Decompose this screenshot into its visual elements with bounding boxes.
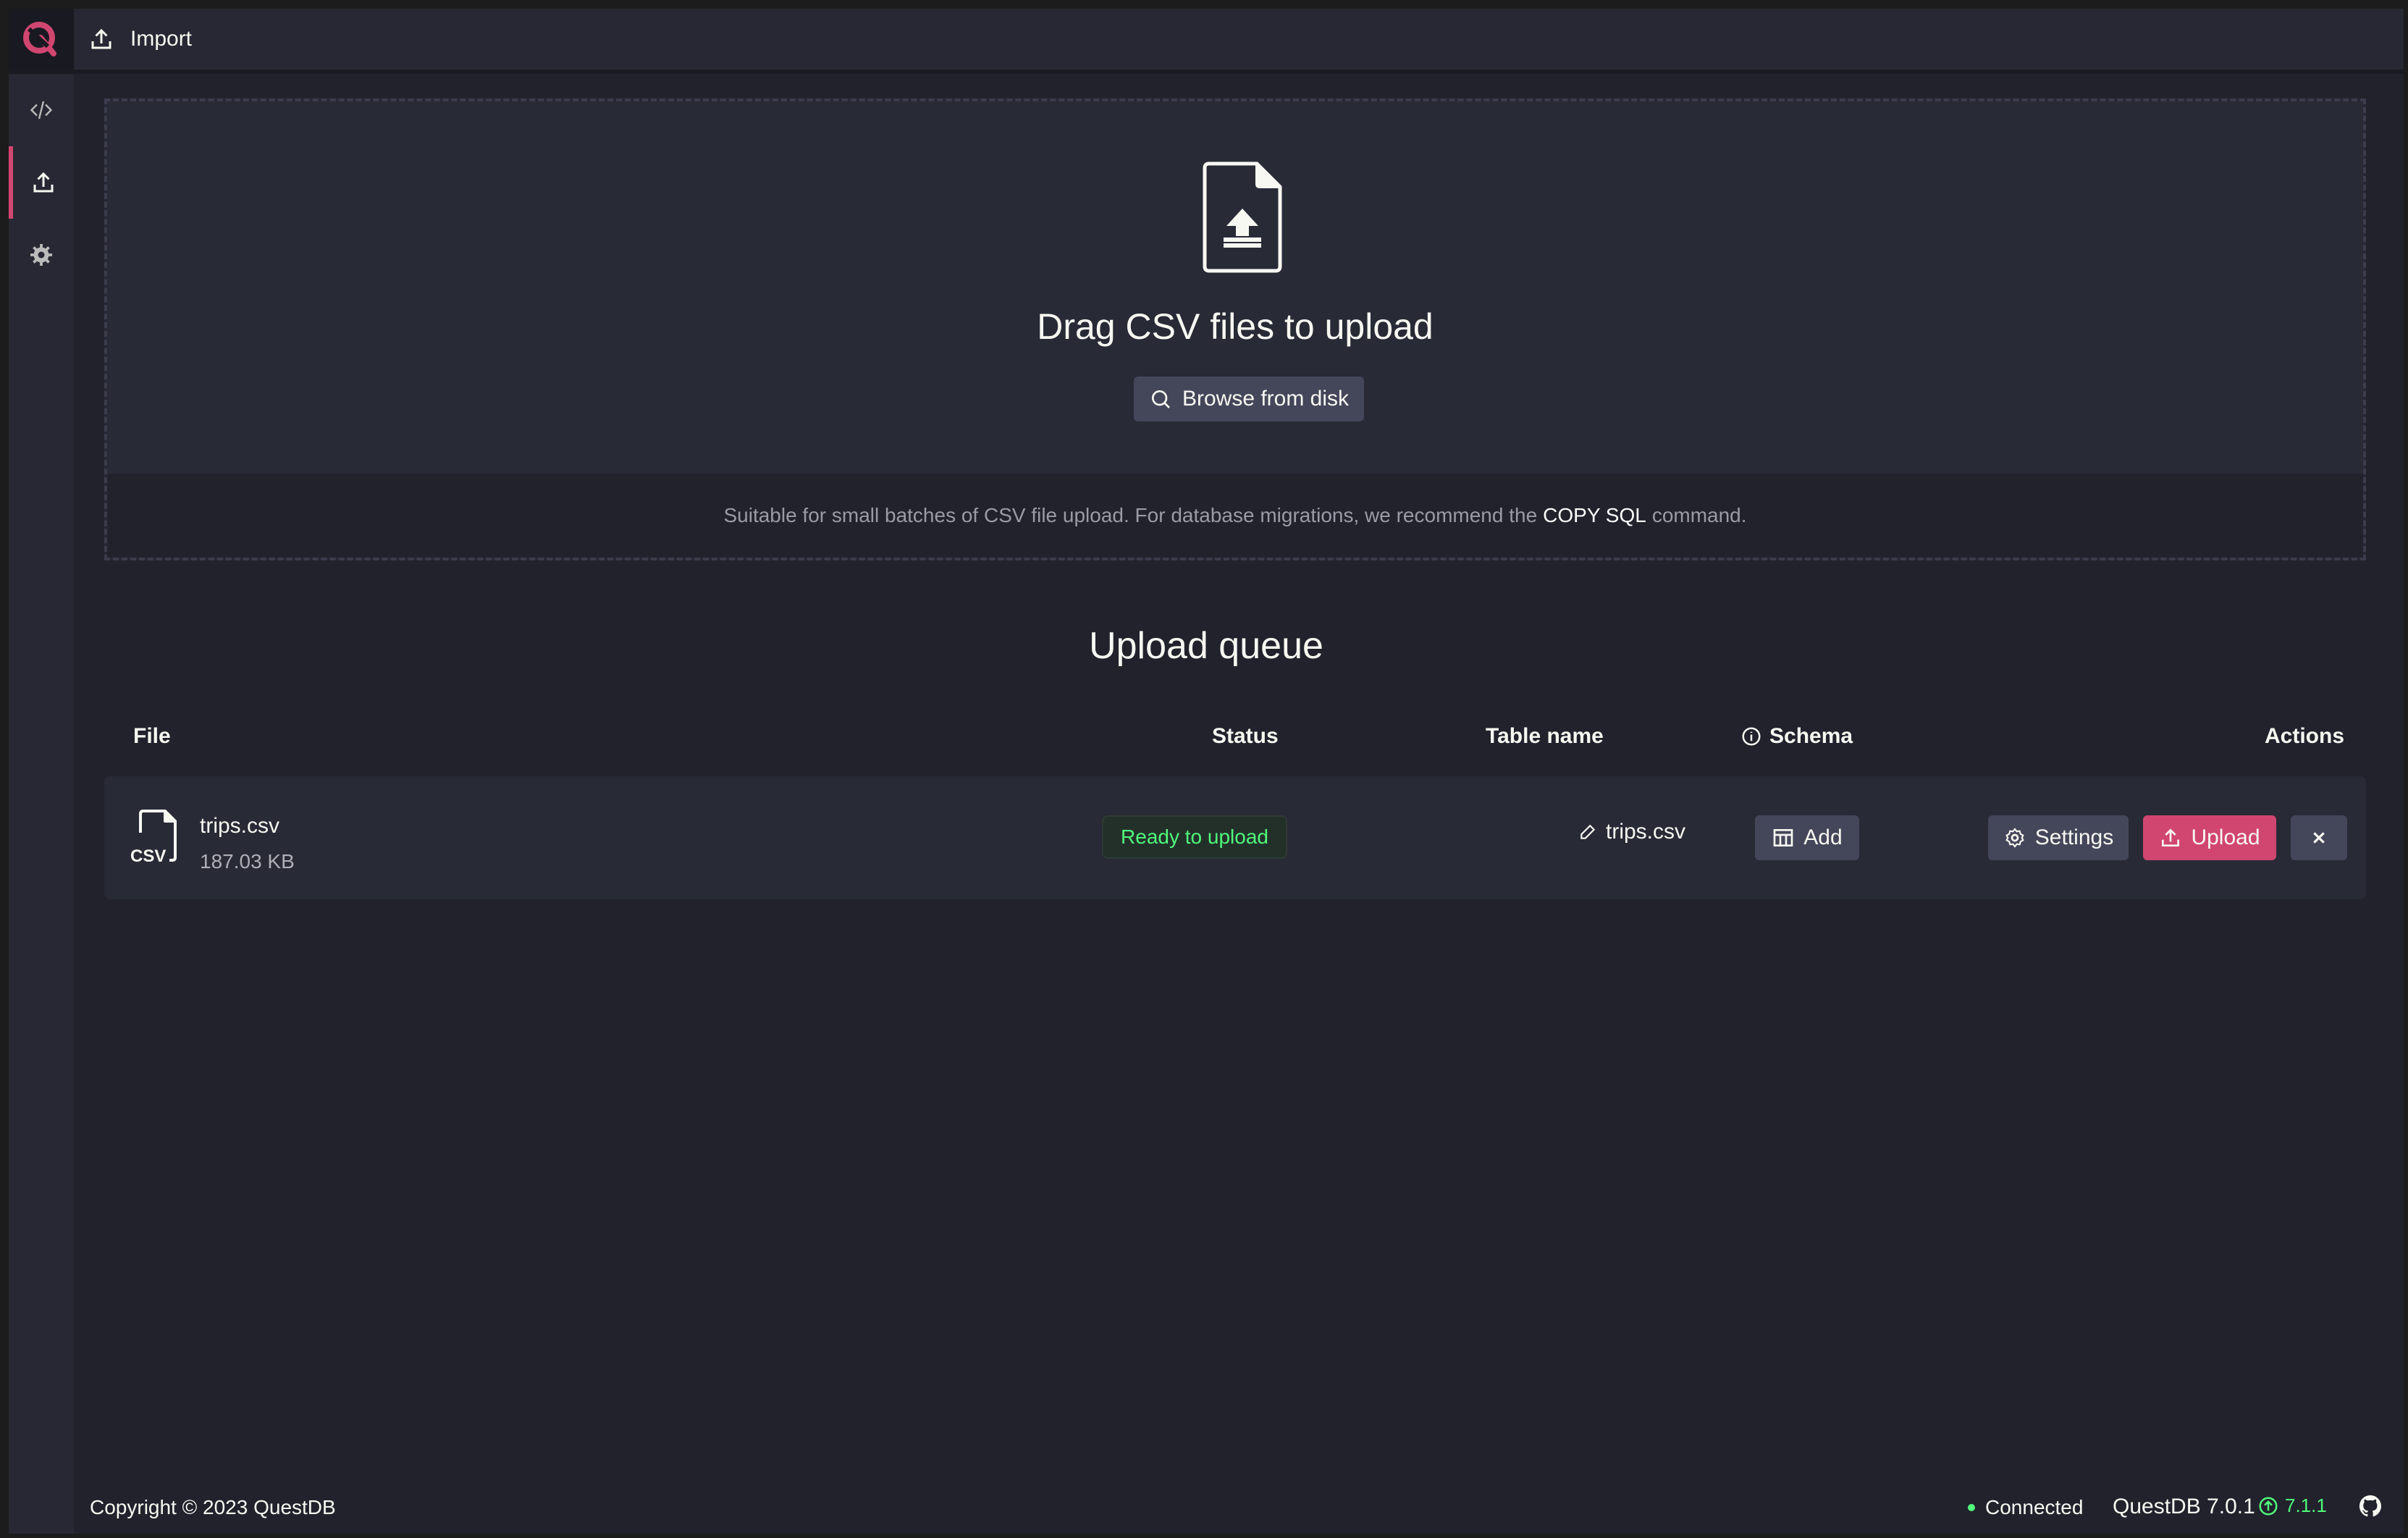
close-icon xyxy=(2313,832,2325,844)
table-name: trips.csv xyxy=(1606,820,1686,844)
gear-icon xyxy=(2005,828,2024,848)
drop-zone-note: Suitable for small batches of CSV file u… xyxy=(107,474,2363,558)
drop-zone-heading: Drag CSV files to upload xyxy=(1037,306,1434,347)
column-header-table-name: Table name xyxy=(1486,724,1604,748)
column-header-file: File xyxy=(133,724,171,748)
copyright: Copyright © 2023 QuestDB xyxy=(90,1496,336,1518)
settings-button[interactable]: Settings xyxy=(1988,815,2129,860)
csv-file-icon: CSV xyxy=(130,810,177,865)
code-icon xyxy=(30,101,53,119)
browse-from-disk-button[interactable]: Browse from disk xyxy=(1134,377,1364,421)
column-header-actions: Actions xyxy=(2265,724,2345,748)
questdb-logo[interactable] xyxy=(9,9,74,70)
add-schema-label: Add xyxy=(1803,825,1843,849)
svg-text:CSV: CSV xyxy=(130,846,166,865)
page-title: Import xyxy=(88,9,192,70)
update-version: 7.1.1 xyxy=(2285,1495,2327,1516)
connected-dot-icon xyxy=(1968,1504,1975,1511)
github-icon[interactable] xyxy=(2357,1493,2383,1519)
copy-sql-link[interactable]: COPY SQL xyxy=(1543,504,1646,527)
upload-icon xyxy=(33,172,54,193)
note-prefix: Suitable for small batches of CSV file u… xyxy=(723,504,1538,526)
update-arrow-icon xyxy=(2259,1497,2278,1515)
version-label: QuestDB 7.0.1 xyxy=(2113,1495,2255,1518)
remove-button[interactable] xyxy=(2291,815,2347,860)
upload-button[interactable]: Upload xyxy=(2143,815,2276,860)
column-header-schema: Schema xyxy=(1740,724,1853,749)
file-name: trips.csv xyxy=(200,814,280,838)
app-window: Import Drag CSV files to upload Browse f… xyxy=(9,9,2404,1534)
upload-label: Upload xyxy=(2191,825,2260,849)
file-upload-icon xyxy=(1203,161,1282,273)
page-title-text: Import xyxy=(130,27,193,51)
upload-icon xyxy=(2162,828,2180,846)
add-schema-button[interactable]: Add xyxy=(1755,815,1859,860)
info-icon[interactable] xyxy=(1740,726,1762,747)
upload-icon xyxy=(91,28,111,49)
table-icon xyxy=(1773,829,1793,846)
sidebar-item-settings[interactable] xyxy=(9,219,74,291)
sidebar-item-import[interactable] xyxy=(9,146,74,219)
table-name-edit[interactable]: trips.csv xyxy=(1578,820,1685,844)
update-available-link[interactable]: 7.1.1 xyxy=(2257,1495,2327,1517)
sidebar xyxy=(9,74,74,1534)
connection-status: Connected xyxy=(1968,1496,2083,1519)
search-icon xyxy=(1151,390,1170,408)
drop-zone-main: Drag CSV files to upload Browse from dis… xyxy=(107,101,2363,474)
top-bar: Import xyxy=(9,9,2404,74)
file-size: 187.03 KB xyxy=(200,850,295,873)
logo-icon xyxy=(23,22,56,56)
edit-pencil-icon xyxy=(1580,824,1596,839)
gear-icon xyxy=(30,244,52,266)
note-suffix: command. xyxy=(1651,504,1747,526)
footer: Copyright © 2023 QuestDB Connected Quest… xyxy=(9,1486,2404,1529)
table-row: CSV trips.csv 187.03 KB Ready to upload … xyxy=(104,776,2366,899)
status-badge: Ready to upload xyxy=(1102,815,1287,859)
column-header-status: Status xyxy=(1212,724,1279,748)
browse-label: Browse from disk xyxy=(1182,387,1350,411)
upload-queue-title: Upload queue xyxy=(1089,625,1323,667)
schema-header-label: Schema xyxy=(1769,724,1853,748)
settings-label: Settings xyxy=(2034,825,2114,849)
connection-label: Connected xyxy=(1985,1496,2084,1518)
file-drop-zone[interactable]: Drag CSV files to upload Browse from dis… xyxy=(104,98,2366,560)
sidebar-item-code[interactable] xyxy=(9,74,74,146)
